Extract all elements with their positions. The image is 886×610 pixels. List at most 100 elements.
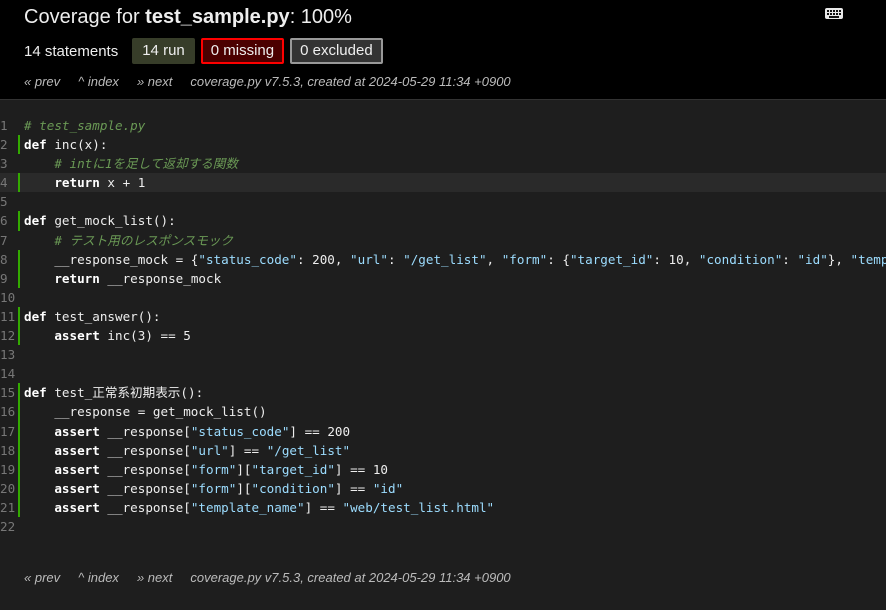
next-link[interactable]: » next — [137, 570, 172, 585]
line-number[interactable]: 4 — [0, 173, 12, 192]
code-token: __response[ — [99, 461, 191, 477]
keyboard-icon[interactable] — [825, 8, 843, 19]
source-line: 15 def test_正常系初期表示(): — [0, 383, 886, 403]
prev-link[interactable]: « prev — [24, 74, 60, 89]
source-line: 14 — [0, 364, 886, 383]
code-token: __response_mock — [99, 270, 222, 286]
code-token: return — [54, 270, 100, 286]
line-number[interactable]: 13 — [0, 345, 15, 364]
line-number[interactable]: 5 — [0, 192, 12, 211]
source-line: 2 def inc(x): — [0, 135, 886, 155]
line-number[interactable]: 21 — [0, 498, 15, 517]
code-token: assert — [54, 328, 100, 344]
line-number[interactable]: 19 — [0, 460, 15, 479]
code-token: __response[ — [99, 480, 191, 496]
line-number[interactable]: 17 — [0, 422, 15, 441]
created-info: coverage.py v7.5.3, created at 2024-05-2… — [190, 73, 511, 89]
line-number[interactable]: 11 — [0, 307, 15, 326]
source-line: 20 assert __response["form"]["condition"… — [0, 478, 886, 498]
code-token: __response[ — [99, 442, 191, 458]
code-token: "form" — [190, 480, 237, 496]
code-token: "target_id" — [569, 251, 654, 267]
code-token: def — [24, 308, 47, 324]
line-number[interactable]: 16 — [0, 402, 15, 421]
run-filter-button[interactable]: 14 run — [132, 38, 195, 64]
code-token: test_answer(): — [46, 308, 161, 324]
missing-filter-button[interactable]: 0 missing — [200, 38, 285, 64]
line-code: def inc(x): — [24, 135, 107, 154]
line-number[interactable]: 7 — [0, 231, 12, 250]
code-token: ] == — [334, 480, 373, 496]
line-number[interactable]: 10 — [0, 288, 15, 307]
source-line: 8 __response_mock = {"status_code": 200,… — [0, 249, 886, 269]
line-number[interactable]: 9 — [0, 269, 12, 288]
code-token: : 200, — [296, 251, 351, 267]
line-number[interactable]: 14 — [0, 364, 15, 383]
line-number[interactable]: 3 — [0, 154, 12, 173]
bottom-nav: « prev ^ index » next coverage.py v7.5.3… — [24, 568, 529, 586]
code-token: ] == 10 — [334, 461, 388, 477]
run-marker — [18, 306, 20, 327]
title-prefix: Coverage for — [24, 6, 146, 28]
line-code: assert __response["status_code"] == 200 — [24, 422, 350, 441]
line-number[interactable]: 2 — [0, 135, 12, 154]
code-token: "status_code" — [190, 423, 290, 439]
code-token: get_mock_list(): — [46, 213, 176, 229]
run-marker — [18, 211, 20, 231]
index-link[interactable]: ^ index — [78, 74, 119, 89]
line-number[interactable]: 18 — [0, 441, 15, 460]
line-code: assert __response["form"]["target_id"] =… — [24, 460, 388, 479]
run-marker — [18, 421, 20, 441]
line-code: def test_answer(): — [24, 307, 160, 326]
statements-count: 14 statements — [24, 42, 119, 60]
code-token: "templ — [850, 251, 886, 267]
line-code: # intに1を足して返却する関数 — [24, 154, 238, 173]
source-line: 4 return x + 1 — [0, 173, 886, 193]
code-token: # test_sample.py — [24, 118, 146, 133]
code-token: : 10, — [653, 251, 699, 267]
run-marker — [18, 383, 20, 403]
index-link[interactable]: ^ index — [78, 570, 119, 585]
code-token: assert — [54, 499, 100, 515]
line-number[interactable]: 6 — [0, 211, 12, 230]
line-code: def get_mock_list(): — [24, 211, 176, 230]
code-token: assert — [54, 461, 100, 477]
code-token: test_正常系初期表示(): — [46, 385, 204, 401]
line-number[interactable]: 8 — [0, 250, 12, 269]
code-token: "condition" — [698, 251, 783, 267]
line-code: # テスト用のレスポンスモック — [24, 231, 233, 250]
code-token: inc(3) == 5 — [99, 328, 191, 344]
line-number[interactable]: 12 — [0, 326, 15, 345]
code-token: : { — [547, 251, 570, 267]
excluded-filter-button[interactable]: 0 excluded — [290, 38, 383, 64]
line-number[interactable]: 22 — [0, 517, 15, 536]
source-line: 19 assert __response["form"]["target_id"… — [0, 459, 886, 479]
title-percent: : 100% — [289, 6, 352, 28]
code-token: def — [24, 385, 47, 401]
run-marker — [18, 459, 20, 479]
line-number[interactable]: 15 — [0, 383, 15, 402]
source-line: 12 assert inc(3) == 5 — [0, 326, 886, 346]
line-code: assert __response["url"] == "/get_list" — [24, 441, 350, 460]
code-token: __response[ — [99, 423, 191, 439]
line-code: # test_sample.py — [24, 116, 145, 135]
line-number[interactable]: 20 — [0, 479, 15, 498]
source-line: 9 return __response_mock — [0, 268, 886, 288]
line-number[interactable]: 1 — [0, 116, 12, 135]
next-link[interactable]: » next — [137, 74, 172, 89]
code-token: : — [782, 251, 798, 267]
code-token: "template_name" — [190, 499, 305, 515]
code-token: def — [24, 137, 47, 153]
code-token: "form" — [190, 461, 237, 477]
source-listing: 1 # test_sample.py 2 def inc(x): 3 # intに1を足… — [0, 116, 886, 536]
prev-link[interactable]: « prev — [24, 570, 60, 585]
code-token: return — [54, 175, 100, 191]
created-info: coverage.py v7.5.3, created at 2024-05-2… — [190, 569, 511, 585]
stats-bar: 14 statements 14 run 0 missing 0 exclude… — [24, 37, 389, 65]
code-token: ] == — [304, 499, 343, 515]
